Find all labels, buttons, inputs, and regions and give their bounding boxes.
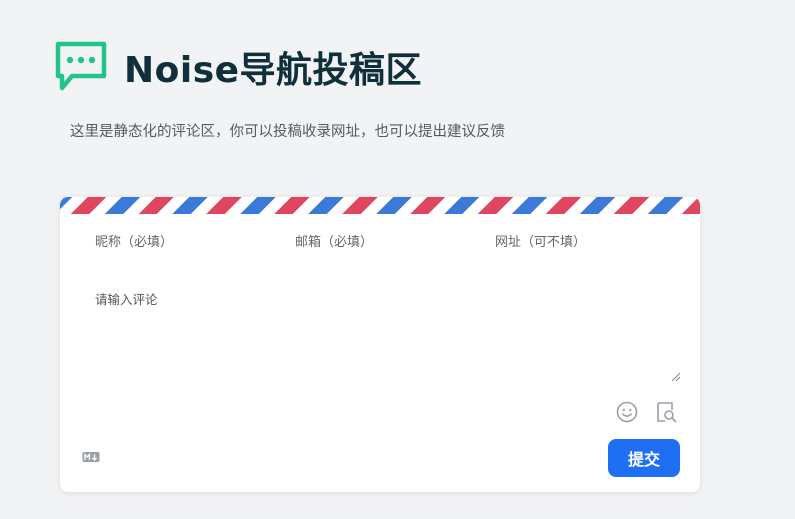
chat-bubble-icon bbox=[55, 41, 107, 91]
page-header: Noise导航投稿区 bbox=[52, 38, 422, 96]
resize-grip-icon[interactable] bbox=[670, 371, 680, 381]
comment-fields bbox=[95, 235, 695, 250]
comment-textarea[interactable] bbox=[95, 289, 680, 381]
page-title: Noise导航投稿区 bbox=[124, 50, 423, 91]
preview-icon[interactable] bbox=[655, 401, 677, 423]
page-subtitle: 这里是静态化的评论区，你可以投稿收录网址，也可以提出建议反馈 bbox=[70, 124, 505, 140]
markdown-icon[interactable] bbox=[82, 450, 100, 464]
nickname-input[interactable] bbox=[95, 235, 295, 250]
submit-button[interactable]: 提交 bbox=[608, 439, 680, 477]
airmail-stripe bbox=[60, 197, 700, 214]
emoji-icon[interactable] bbox=[616, 401, 638, 423]
website-input[interactable] bbox=[495, 235, 695, 250]
email-input[interactable] bbox=[295, 235, 495, 250]
comment-card: 提交 bbox=[60, 197, 700, 492]
